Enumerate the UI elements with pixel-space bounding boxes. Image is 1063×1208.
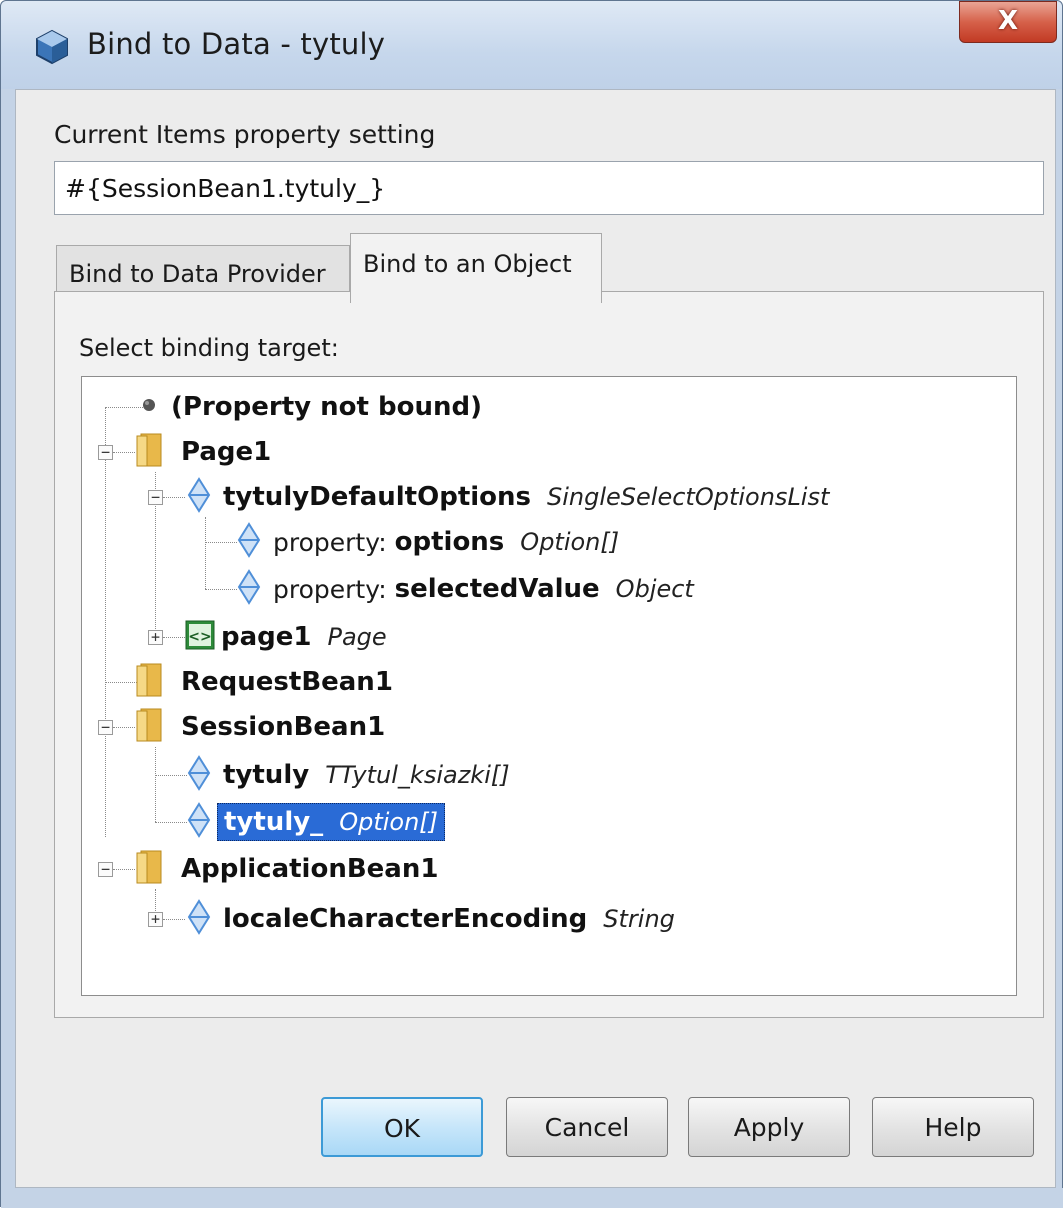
- tree-guide-line: [205, 589, 237, 590]
- current-setting-label: Current Items property setting: [54, 120, 436, 149]
- tree-item-property-not-bound[interactable]: (Property not bound): [139, 385, 482, 429]
- current-setting-field[interactable]: [54, 161, 1044, 215]
- tree-item-application-bean1[interactable]: ApplicationBean1: [135, 847, 438, 891]
- tree-item-name: RequestBean1: [181, 667, 393, 697]
- close-icon: X: [997, 6, 1019, 36]
- dialog-window: Bind to Data - tytuly X Current Items pr…: [0, 0, 1063, 1208]
- collapse-toggle-icon[interactable]: −: [98, 720, 113, 735]
- tree-item-request-bean1[interactable]: RequestBean1: [135, 660, 393, 704]
- folder-icon: [135, 707, 169, 747]
- tree-item-name: Page1: [181, 437, 272, 467]
- ok-button[interactable]: OK: [321, 1097, 483, 1157]
- help-button[interactable]: Help: [872, 1097, 1034, 1157]
- window-title: Bind to Data - tytuly: [87, 27, 386, 61]
- selected-tree-item[interactable]: tytuly_ Option[]: [217, 803, 446, 841]
- tree-item-type: Page: [327, 623, 387, 651]
- tree-item-name: tytuly: [223, 760, 310, 790]
- bean-property-icon: [187, 899, 211, 939]
- tree-item-type: SingleSelectOptionsList: [547, 483, 830, 511]
- tree-guide-line: [105, 407, 106, 837]
- tree-item-name: localeCharacterEncoding: [223, 904, 588, 934]
- folder-icon: [135, 662, 169, 702]
- tree-item-tytuly-underscore[interactable]: tytuly_ Option[]: [187, 800, 446, 844]
- tree-item-name: page1: [221, 622, 312, 652]
- tree-guide-line: [205, 517, 206, 589]
- tree-guide-line: [163, 637, 185, 638]
- tree-guide-line: [113, 452, 135, 453]
- tree-item-page1[interactable]: Page1: [135, 430, 271, 474]
- close-button[interactable]: X: [959, 1, 1057, 43]
- collapse-toggle-icon[interactable]: −: [98, 445, 113, 460]
- tree-item-type: Option[]: [339, 808, 439, 836]
- tree-item-locale-character-encoding[interactable]: localeCharacterEncoding String: [187, 897, 675, 941]
- tab-bind-to-an-object[interactable]: Bind to an Object: [350, 233, 602, 303]
- bean-property-icon: [237, 522, 261, 562]
- tree-guide-line: [163, 497, 185, 498]
- tree-item-property-selected-value[interactable]: property: selectedValue Object: [237, 567, 694, 611]
- collapse-toggle-icon[interactable]: −: [148, 490, 163, 505]
- page-tag-icon: <>: [185, 620, 215, 654]
- netbeans-cube-icon: [35, 29, 69, 65]
- tree-guide-line: [163, 919, 185, 920]
- tree-guide-line: [205, 542, 237, 543]
- tree-guide-line: [113, 727, 135, 728]
- dialog-body: Current Items property setting Bind to D…: [15, 89, 1056, 1188]
- apply-button[interactable]: Apply: [688, 1097, 850, 1157]
- tree-item-prefix: property:: [273, 527, 387, 557]
- svg-text:<>: <>: [188, 629, 211, 645]
- tree-item-type: Option[]: [520, 528, 620, 556]
- tree-item-type: TTytul_ksiazki[]: [325, 761, 510, 789]
- dot-icon: [139, 395, 159, 419]
- tree-guide-line: [155, 822, 187, 823]
- binding-target-label: Select binding target:: [79, 334, 339, 362]
- tree-item-tytuly[interactable]: tytuly TTytul_ksiazki[]: [187, 753, 510, 797]
- bean-property-icon: [237, 569, 261, 609]
- tree-item-property-options[interactable]: property: options Option[]: [237, 520, 619, 564]
- tree-item-name: selectedValue: [394, 574, 600, 604]
- tree-item-name: (Property not bound): [171, 392, 482, 422]
- collapse-toggle-icon[interactable]: −: [98, 862, 113, 877]
- tree-item-name: tytuly_: [224, 807, 324, 837]
- folder-icon: [135, 432, 169, 472]
- tree-item-name: SessionBean1: [181, 712, 386, 742]
- window-bottom-border: [1, 1188, 1063, 1208]
- tree-item-type: String: [603, 905, 675, 933]
- tree-guide-line: [155, 747, 156, 822]
- cancel-button[interactable]: Cancel: [506, 1097, 668, 1157]
- tree-item-prefix: property:: [273, 574, 387, 604]
- tree-item-page1-page[interactable]: <> page1 Page: [185, 615, 387, 659]
- expand-toggle-icon[interactable]: +: [148, 912, 163, 927]
- bean-property-icon: [187, 477, 211, 517]
- tree-item-name: ApplicationBean1: [181, 854, 439, 884]
- folder-icon: [135, 849, 169, 889]
- binding-target-tree[interactable]: − − + − − + (Property not bound) Page1 t…: [81, 376, 1017, 996]
- tree-item-tytuly-default-options[interactable]: tytulyDefaultOptions SingleSelectOptions…: [187, 475, 829, 519]
- tree-guide-line: [113, 869, 135, 870]
- expand-toggle-icon[interactable]: +: [148, 630, 163, 645]
- bean-property-icon: [187, 755, 211, 795]
- tree-item-name: options: [394, 527, 505, 557]
- tree-guide-line: [155, 775, 187, 776]
- bean-property-icon: [187, 802, 211, 842]
- title-bar[interactable]: Bind to Data - tytuly X: [1, 1, 1062, 89]
- tree-item-type: Object: [615, 575, 694, 603]
- tree-guide-line: [105, 682, 137, 683]
- tab-panel: Select binding target: − − + − − + (Prop…: [54, 291, 1044, 1018]
- tree-item-session-bean1[interactable]: SessionBean1: [135, 705, 385, 749]
- tree-item-name: tytulyDefaultOptions: [223, 482, 532, 512]
